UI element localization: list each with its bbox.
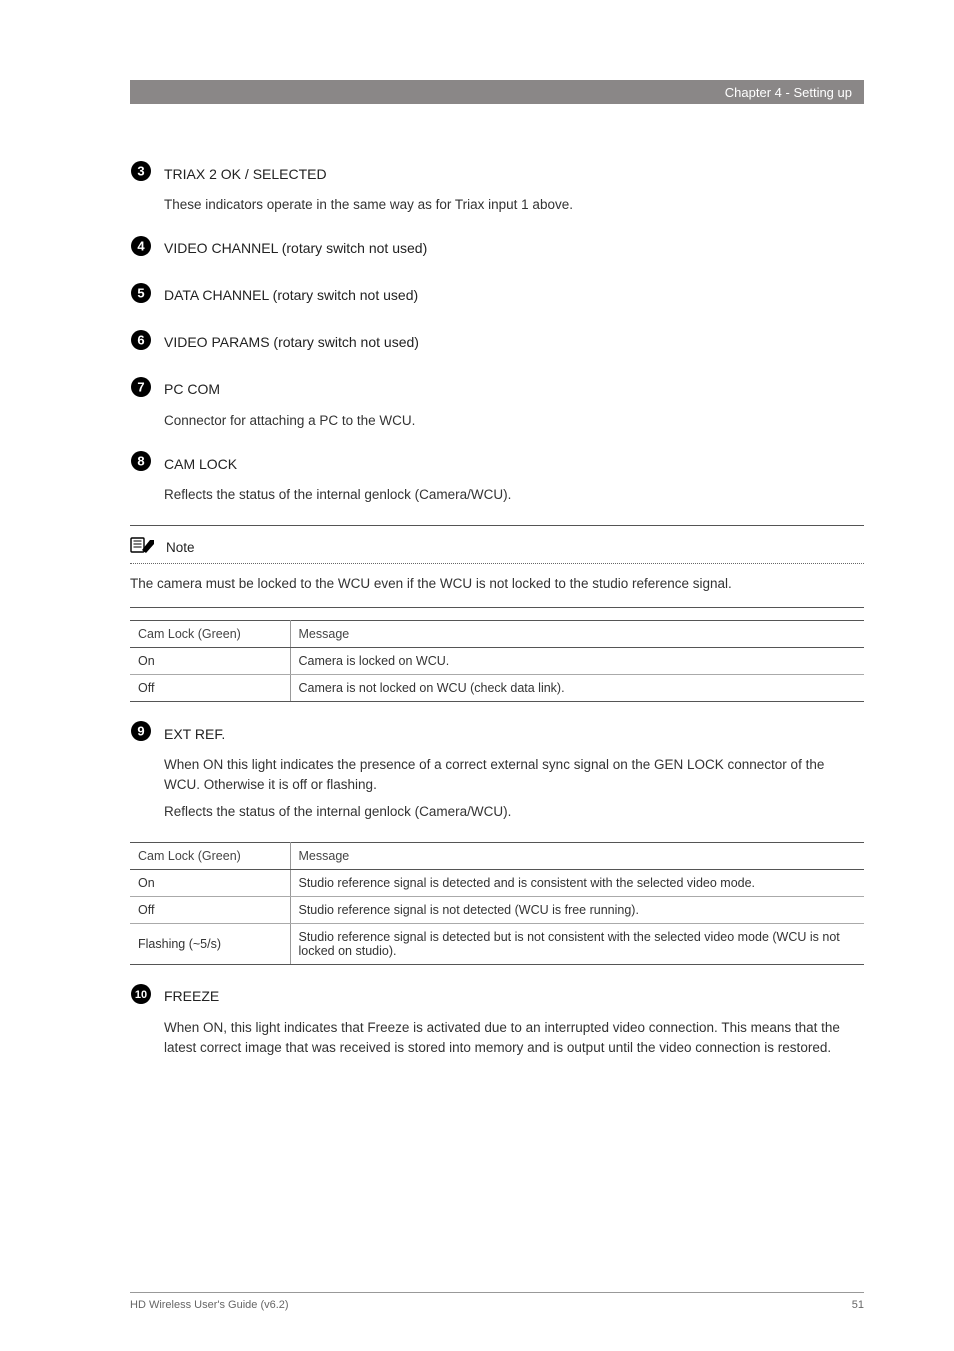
table-cell: Studio reference signal is not detected … xyxy=(290,896,864,923)
circled-number-icon: 7 xyxy=(130,376,154,403)
table-header: Cam Lock (Green) xyxy=(130,842,290,869)
circled-number-icon: 4 xyxy=(130,235,154,262)
table-cell: On xyxy=(130,648,290,675)
table-row: On Studio reference signal is detected a… xyxy=(130,869,864,896)
item-body: When ON, this light indicates that Freez… xyxy=(164,1018,864,1057)
table-cell: Off xyxy=(130,675,290,702)
paragraph: Reflects the status of the internal genl… xyxy=(164,802,864,822)
item-title: TRIAX 2 OK / SELECTED xyxy=(164,166,327,182)
item-body: These indicators operate in the same way… xyxy=(164,195,864,215)
table-cell: Off xyxy=(130,896,290,923)
circled-number-icon: 3 xyxy=(130,160,154,187)
item-title: EXT REF. xyxy=(164,726,225,742)
item-7: 7 PC COM Connector for attaching a PC to… xyxy=(130,376,864,431)
table-header: Cam Lock (Green) xyxy=(130,621,290,648)
item-title: VIDEO CHANNEL (rotary switch not used) xyxy=(164,240,427,256)
svg-text:8: 8 xyxy=(137,454,144,469)
table-header: Message xyxy=(290,621,864,648)
item-8: 8 CAM LOCK Reflects the status of the in… xyxy=(130,450,864,505)
item-3: 3 TRIAX 2 OK / SELECTED These indicators… xyxy=(130,160,864,215)
table-cell: On xyxy=(130,869,290,896)
divider xyxy=(130,525,864,526)
item-title: VIDEO PARAMS (rotary switch not used) xyxy=(164,334,419,350)
circled-number-icon: 5 xyxy=(130,282,154,309)
chapter-header: Chapter 4 - Setting up xyxy=(130,80,864,104)
svg-text:5: 5 xyxy=(137,285,144,300)
note-icon xyxy=(130,536,156,559)
circled-number-icon: 9 xyxy=(130,720,154,747)
circled-number-icon: 8 xyxy=(130,450,154,477)
item-4: 4 VIDEO CHANNEL (rotary switch not used) xyxy=(130,235,864,262)
table-row: Off Studio reference signal is not detec… xyxy=(130,896,864,923)
table-row: On Camera is locked on WCU. xyxy=(130,648,864,675)
item-6: 6 VIDEO PARAMS (rotary switch not used) xyxy=(130,329,864,356)
table-cell: Studio reference signal is detected but … xyxy=(290,923,864,964)
note-label: Note xyxy=(166,540,195,555)
item-title: FREEZE xyxy=(164,988,219,1004)
table-cell: Camera is locked on WCU. xyxy=(290,648,864,675)
svg-text:10: 10 xyxy=(135,989,147,1001)
item-title: DATA CHANNEL (rotary switch not used) xyxy=(164,287,418,303)
item-9: 9 EXT REF. When ON this light indicates … xyxy=(130,720,864,822)
divider-dashed xyxy=(130,563,864,564)
note-header: Note xyxy=(130,536,864,559)
item-body: When ON this light indicates the presenc… xyxy=(164,755,864,822)
note-text: The camera must be locked to the WCU eve… xyxy=(130,574,864,594)
footer-divider xyxy=(130,1292,864,1293)
page-number: 51 xyxy=(852,1299,864,1311)
circled-number-icon: 10 xyxy=(130,983,154,1010)
page-footer: HD Wireless User's Guide (v6.2) 51 xyxy=(130,1292,864,1311)
item-10: 10 FREEZE When ON, this light indicates … xyxy=(130,983,864,1057)
divider xyxy=(130,607,864,608)
footer-left: HD Wireless User's Guide (v6.2) xyxy=(130,1299,289,1311)
item-5: 5 DATA CHANNEL (rotary switch not used) xyxy=(130,282,864,309)
item-title: PC COM xyxy=(164,381,220,397)
svg-text:7: 7 xyxy=(137,379,144,394)
cam-lock-table-2: Cam Lock (Green) Message On Studio refer… xyxy=(130,842,864,965)
svg-text:9: 9 xyxy=(137,724,144,739)
svg-text:3: 3 xyxy=(137,164,144,179)
paragraph: When ON this light indicates the presenc… xyxy=(164,755,864,794)
table-row: Flashing (~5/s) Studio reference signal … xyxy=(130,923,864,964)
table-cell: Camera is not locked on WCU (check data … xyxy=(290,675,864,702)
circled-number-icon: 6 xyxy=(130,329,154,356)
item-body: Reflects the status of the internal genl… xyxy=(164,485,864,505)
table-row: Off Camera is not locked on WCU (check d… xyxy=(130,675,864,702)
item-title: CAM LOCK xyxy=(164,456,237,472)
cam-lock-table-1: Cam Lock (Green) Message On Camera is lo… xyxy=(130,620,864,702)
item-body: Connector for attaching a PC to the WCU. xyxy=(164,411,864,431)
table-cell: Flashing (~5/s) xyxy=(130,923,290,964)
svg-text:6: 6 xyxy=(137,332,144,347)
table-cell: Studio reference signal is detected and … xyxy=(290,869,864,896)
chapter-title: Chapter 4 - Setting up xyxy=(725,85,852,100)
table-header: Message xyxy=(290,842,864,869)
svg-text:4: 4 xyxy=(137,238,145,253)
